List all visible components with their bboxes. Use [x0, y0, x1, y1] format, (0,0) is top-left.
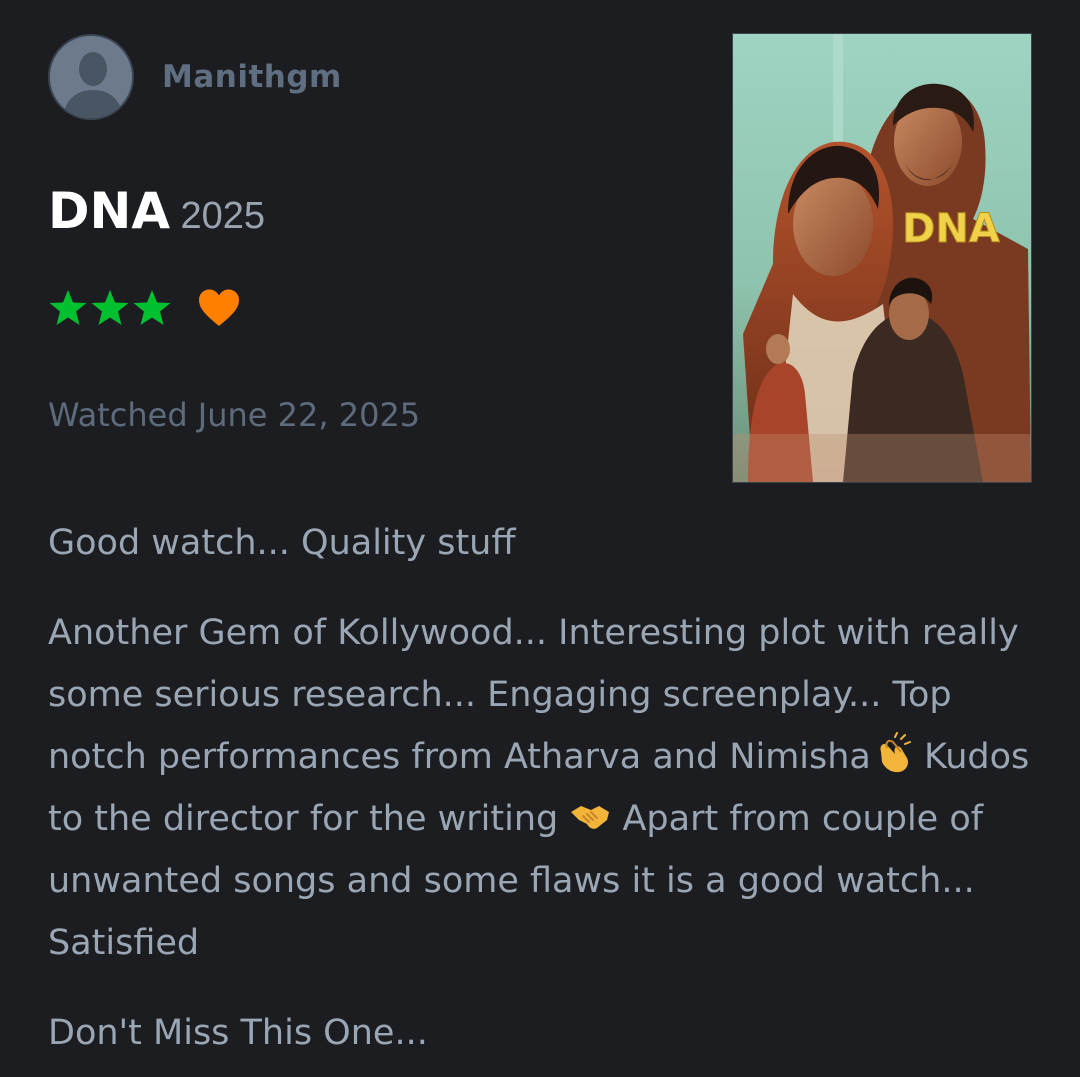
star-icon — [133, 290, 171, 325]
reviewer-header[interactable]: Manithgm — [48, 34, 342, 120]
heart-like-icon — [199, 289, 239, 326]
film-heading: DNA 2025 — [48, 182, 265, 240]
reviewer-name[interactable]: Manithgm — [162, 59, 342, 95]
handshake-icon — [571, 806, 610, 829]
film-title[interactable]: DNA — [48, 182, 170, 240]
clapping-hands-icon — [880, 732, 911, 773]
star-icon — [49, 290, 87, 325]
review-line: Don't Miss This One... — [48, 1013, 428, 1053]
review-body: Good watch... Quality stuff Another Gem … — [48, 512, 1038, 1064]
film-poster[interactable]: DNA — [732, 33, 1032, 483]
avatar[interactable] — [48, 34, 134, 120]
user-silhouette-icon — [50, 36, 132, 118]
film-year[interactable]: 2025 — [181, 195, 266, 237]
review-paragraph: Another Gem of Kollywood... Interesting … — [48, 602, 1038, 974]
watched-date: Watched June 22, 2025 — [48, 396, 421, 434]
poster-title: DNA — [902, 206, 1000, 252]
review-screen: Manithgm DNA 2025 Watched June 22, 2025 — [0, 0, 1080, 1077]
rating — [48, 288, 241, 328]
review-line: Good watch... Quality stuff — [48, 523, 516, 563]
film-poster-image: DNA — [733, 34, 1031, 482]
star-icon — [91, 290, 129, 325]
